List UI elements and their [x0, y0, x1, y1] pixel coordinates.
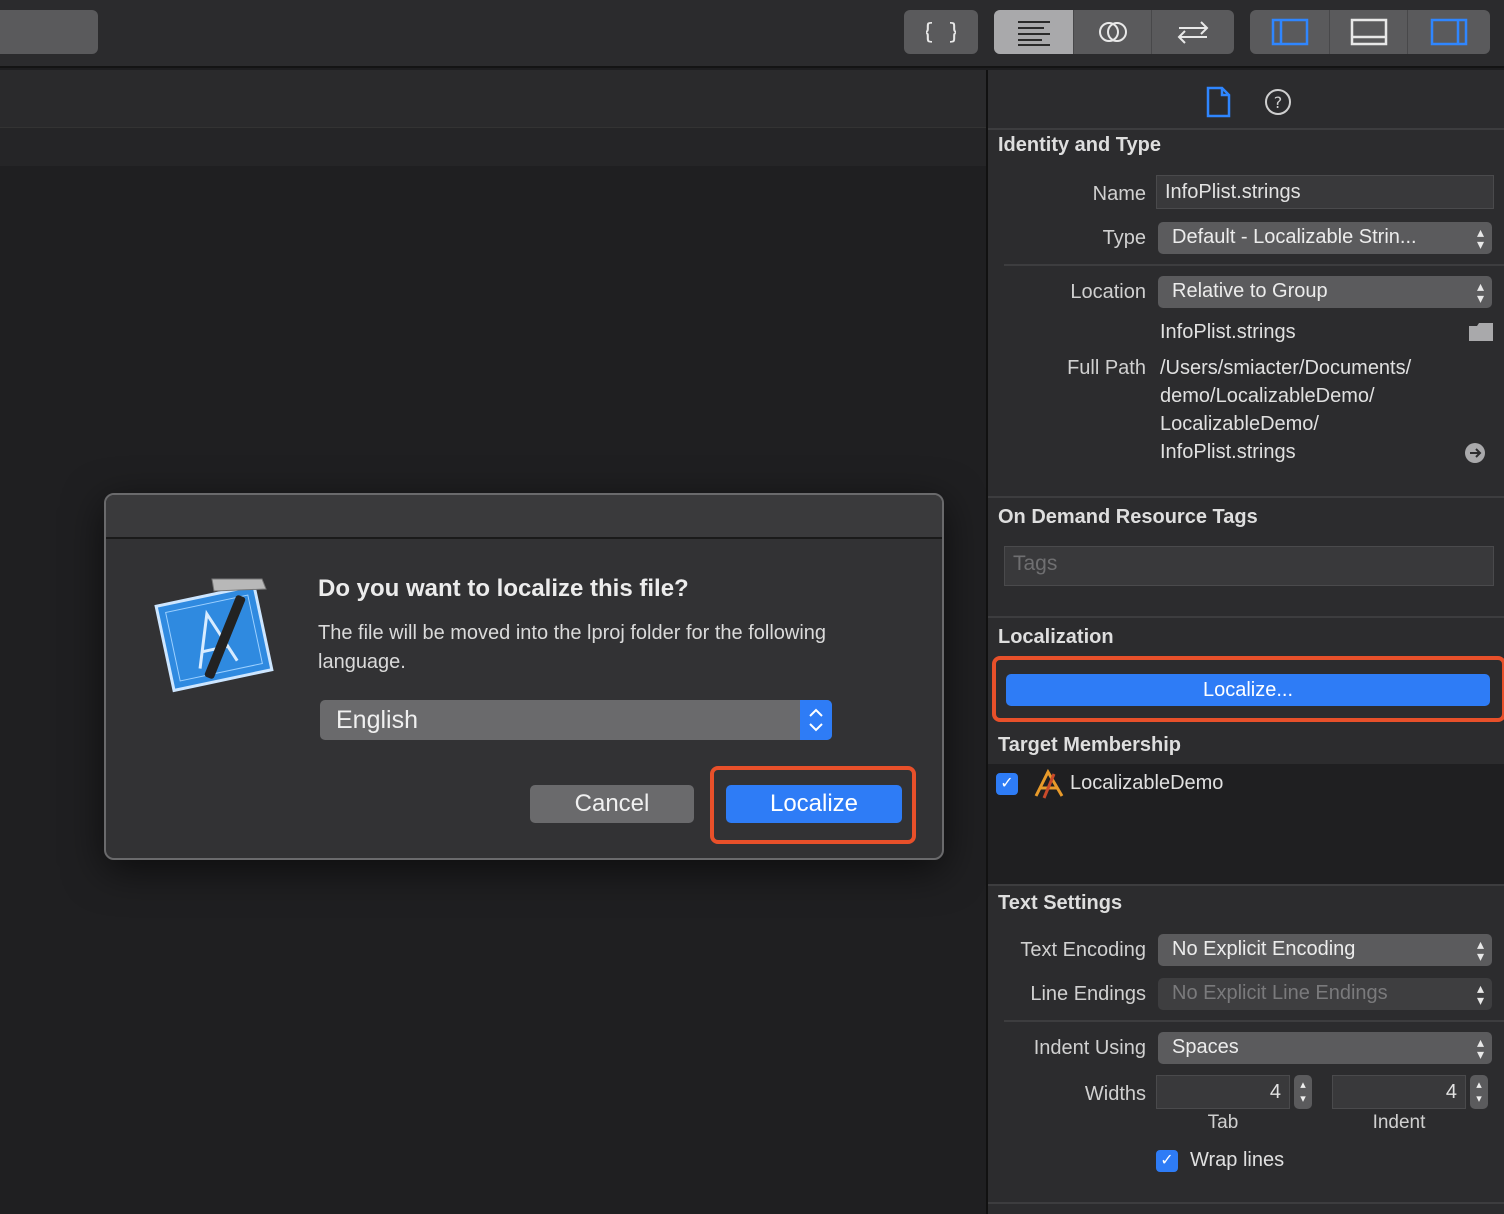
assistant-editor-icon[interactable]: [1074, 10, 1152, 54]
language-popup-value: English: [336, 706, 418, 734]
code-review-icon[interactable]: { }: [904, 10, 978, 54]
target-list: ✓ LocalizableDemo: [988, 764, 1504, 884]
fullpath-line-4: InfoPlist.strings: [1160, 441, 1296, 463]
text-encoding-popup[interactable]: No Explicit Encoding ▴ ▾: [1158, 934, 1492, 966]
fullpath-line-1: /Users/smiacter/Documents/: [1160, 357, 1412, 379]
target-checkbox[interactable]: ✓: [996, 773, 1018, 795]
section-divider: [988, 616, 1504, 618]
indent-using-label: Indent Using: [1033, 1037, 1146, 1059]
line-endings-label: Line Endings: [1030, 983, 1146, 1005]
dialog-title: Do you want to localize this file?: [318, 575, 689, 602]
standard-editor-icon[interactable]: [994, 10, 1074, 54]
tags-field[interactable]: Tags: [1004, 546, 1494, 586]
tab-width-field[interactable]: 4: [1156, 1075, 1290, 1109]
line-endings-popup[interactable]: No Explicit Line Endings ▴ ▾: [1158, 978, 1492, 1010]
text-encoding-value: No Explicit Encoding: [1172, 938, 1356, 960]
identity-section-title: Identity and Type: [998, 134, 1161, 156]
location-popup[interactable]: Relative to Group ▴ ▾: [1158, 276, 1492, 308]
editor-header: [0, 128, 986, 166]
indent-using-value: Spaces: [1172, 1036, 1239, 1058]
name-field[interactable]: InfoPlist.strings: [1156, 175, 1494, 209]
panel-toggle-segment: [1250, 10, 1490, 54]
reveal-arrow-icon[interactable]: [1464, 442, 1486, 469]
indent-using-popup[interactable]: Spaces ▴ ▾: [1158, 1032, 1492, 1064]
dialog-titlebar: [106, 495, 942, 539]
annotation-highlight-localize: [992, 656, 1504, 722]
indent-caption: Indent: [1372, 1112, 1426, 1133]
wrap-lines-checkbox[interactable]: ✓: [1156, 1150, 1178, 1172]
chevron-updown-icon: [800, 700, 832, 740]
target-name: LocalizableDemo: [1070, 772, 1224, 794]
file-inspector-tab-icon[interactable]: [1204, 86, 1232, 123]
section-divider: [988, 884, 1504, 886]
section-divider: [988, 496, 1504, 498]
indent-width-stepper[interactable]: ▴ ▾: [1470, 1075, 1488, 1109]
fullpath-line-2: demo/LocalizableDemo/: [1160, 385, 1375, 407]
text-settings-divider: [1004, 1020, 1504, 1022]
widths-label: Widths: [1084, 1083, 1146, 1105]
jump-bar: [0, 70, 986, 128]
name-label: Name: [1092, 183, 1146, 205]
svg-text:{ }: { }: [926, 20, 956, 45]
version-editor-icon[interactable]: [1152, 10, 1234, 54]
app-target-icon: [1032, 768, 1066, 805]
navigator-toggle-icon[interactable]: [1250, 10, 1330, 54]
section-divider: [988, 1202, 1504, 1204]
inspector-toggle-icon[interactable]: [1408, 10, 1490, 54]
editor-mode-segment: [994, 10, 1234, 54]
odr-section-title: On Demand Resource Tags: [998, 506, 1258, 528]
text-encoding-label: Text Encoding: [1020, 939, 1146, 961]
location-filename: InfoPlist.strings: [1160, 321, 1296, 343]
folder-icon[interactable]: [1468, 322, 1494, 347]
type-popup-value: Default - Localizable Strin...: [1172, 226, 1417, 248]
svg-text:?: ?: [1274, 93, 1283, 112]
localization-section-title: Localization: [998, 626, 1114, 648]
location-label: Location: [1070, 281, 1146, 303]
cancel-button[interactable]: Cancel: [530, 785, 694, 823]
identity-divider: [1004, 264, 1504, 266]
chevron-updown-icon: ▴ ▾: [1476, 224, 1484, 252]
toolbar: { }: [0, 0, 1504, 68]
wrap-lines-label: Wrap lines: [1190, 1149, 1285, 1171]
xcode-app-icon: [154, 573, 284, 698]
chevron-updown-icon: ▴ ▾: [1476, 936, 1484, 964]
debug-area-toggle-icon[interactable]: [1330, 10, 1408, 54]
tab-width-stepper[interactable]: ▴ ▾: [1294, 1075, 1312, 1109]
chevron-updown-icon: ▴ ▾: [1476, 1034, 1484, 1062]
type-label: Type: [1102, 227, 1146, 249]
quick-help-tab-icon[interactable]: ?: [1264, 88, 1292, 121]
inspector-tab-divider: [988, 128, 1504, 130]
text-settings-section-title: Text Settings: [998, 892, 1123, 914]
fullpath-label: Full Path: [1067, 357, 1146, 379]
line-endings-value: No Explicit Line Endings: [1172, 982, 1388, 1004]
code-review-segment[interactable]: { }: [904, 10, 978, 54]
chevron-updown-icon: ▴ ▾: [1476, 980, 1484, 1008]
tab-caption: Tab: [1207, 1112, 1239, 1133]
location-popup-value: Relative to Group: [1172, 280, 1328, 302]
chevron-updown-icon: ▴ ▾: [1476, 278, 1484, 306]
fullpath-line-3: LocalizableDemo/: [1160, 413, 1319, 435]
target-section-title: Target Membership: [998, 734, 1181, 756]
annotation-highlight-confirm: [710, 766, 916, 844]
indent-width-field[interactable]: 4: [1332, 1075, 1466, 1109]
language-popup[interactable]: English: [320, 700, 832, 740]
dialog-message: The file will be moved into the lproj fo…: [318, 622, 827, 673]
file-inspector: ? Identity and Type Name InfoPlist.strin…: [986, 70, 1504, 1214]
type-popup[interactable]: Default - Localizable Strin... ▴ ▾: [1158, 222, 1492, 254]
toolbar-left-button[interactable]: [0, 10, 98, 54]
localize-dialog: Do you want to localize this file? The f…: [104, 493, 944, 860]
